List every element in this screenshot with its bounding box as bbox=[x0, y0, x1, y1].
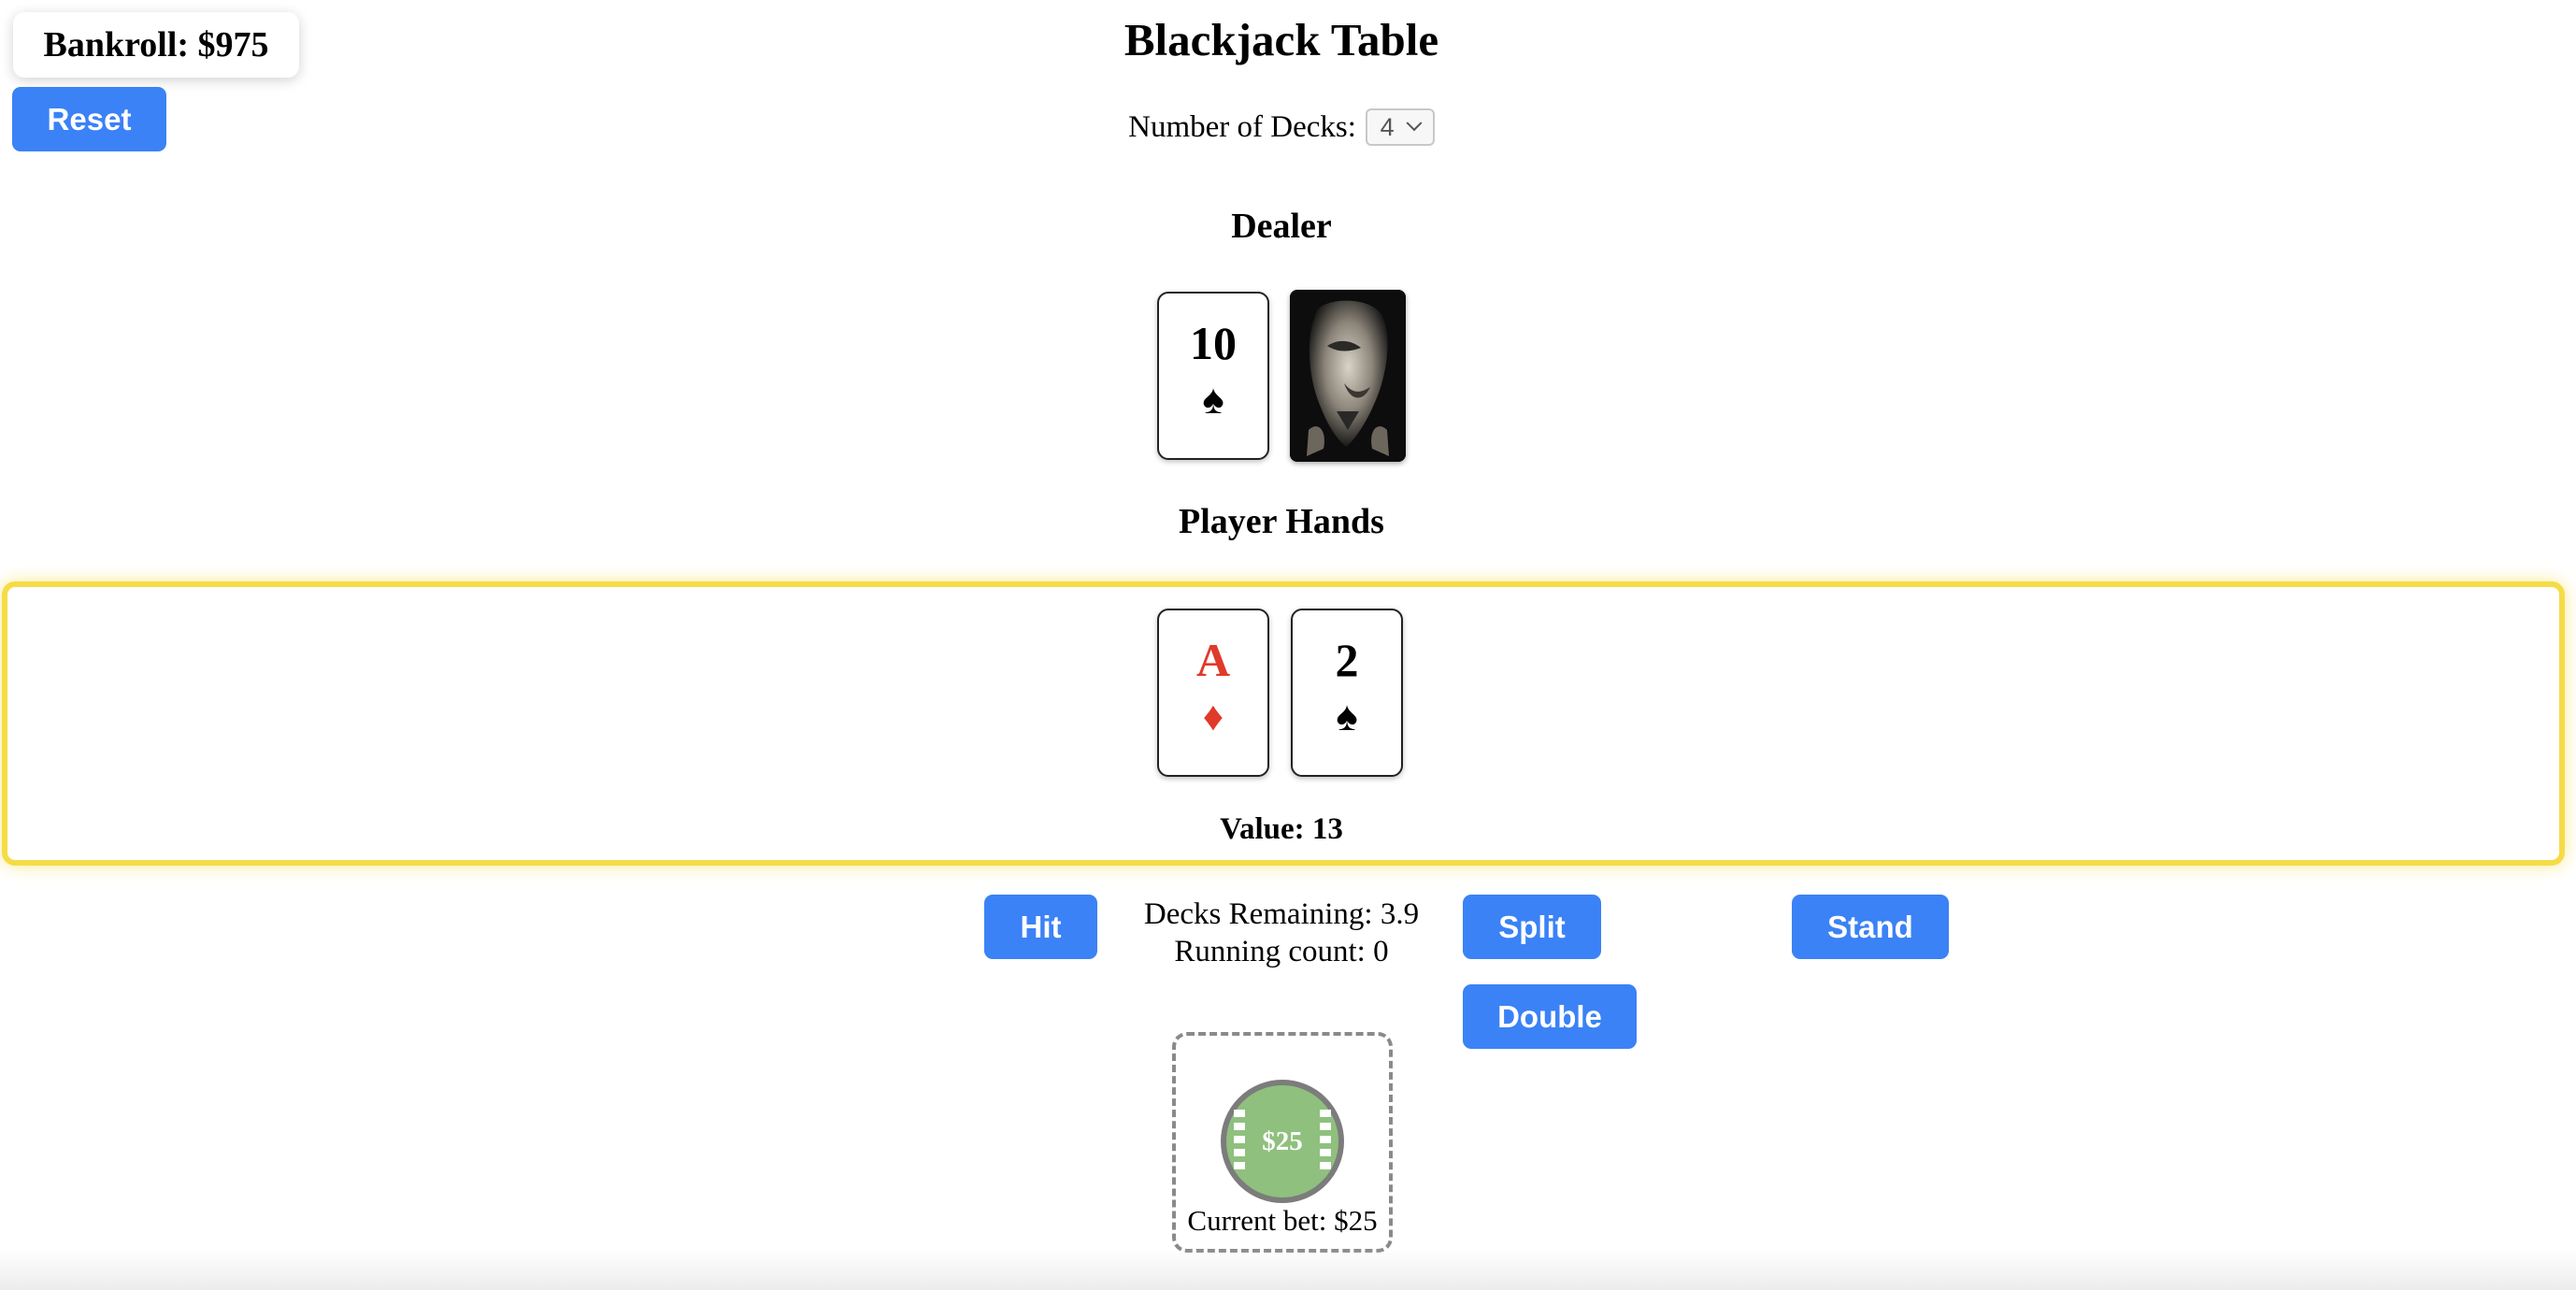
player-card: A ♦ bbox=[1157, 609, 1269, 777]
double-button[interactable]: Double bbox=[1463, 984, 1637, 1049]
dealer-heading: Dealer bbox=[1231, 207, 1332, 246]
chip-25[interactable]: $25 bbox=[1221, 1080, 1344, 1203]
diamond-icon: ♦ bbox=[1202, 694, 1224, 739]
decks-remaining: Decks Remaining: 3.9 bbox=[1143, 897, 1420, 931]
dealer-hidden-card bbox=[1290, 290, 1406, 462]
card-rank: 2 bbox=[1335, 634, 1359, 686]
chip-edge-marks bbox=[1320, 1110, 1331, 1173]
spade-icon: ♠ bbox=[1202, 377, 1224, 423]
current-bet: Current bet: $25 bbox=[1187, 1204, 1378, 1237]
player-hands-heading: Player Hands bbox=[1179, 502, 1384, 541]
hit-button[interactable]: Hit bbox=[984, 895, 1097, 959]
chip-edge-marks bbox=[1234, 1110, 1245, 1173]
shoe-status: Decks Remaining: 3.9 Running count: 0 bbox=[1112, 896, 1451, 970]
decks-label: Number of Decks: bbox=[1128, 109, 1356, 144]
card-back-image bbox=[1290, 290, 1406, 462]
bottom-shadow bbox=[0, 1249, 2576, 1290]
chevron-down-icon bbox=[1406, 115, 1423, 132]
decks-selector-row: Number of Decks: 4 bbox=[0, 108, 2563, 146]
decks-selected-value: 4 bbox=[1380, 112, 1395, 141]
stand-button[interactable]: Stand bbox=[1792, 895, 1949, 959]
split-button[interactable]: Split bbox=[1463, 895, 1601, 959]
chip-label: $25 bbox=[1262, 1125, 1303, 1156]
dealer-card: 10 ♠ bbox=[1157, 292, 1269, 460]
spade-icon: ♠ bbox=[1336, 694, 1358, 739]
page-title: Blackjack Table bbox=[1123, 14, 1439, 65]
card-rank: A bbox=[1195, 634, 1231, 686]
running-count: Running count: 0 bbox=[1174, 935, 1389, 968]
decks-select[interactable]: 4 bbox=[1365, 108, 1435, 146]
hand-value: Value: 13 bbox=[1220, 812, 1343, 846]
card-rank: 10 bbox=[1190, 317, 1237, 369]
player-card: 2 ♠ bbox=[1291, 609, 1403, 777]
